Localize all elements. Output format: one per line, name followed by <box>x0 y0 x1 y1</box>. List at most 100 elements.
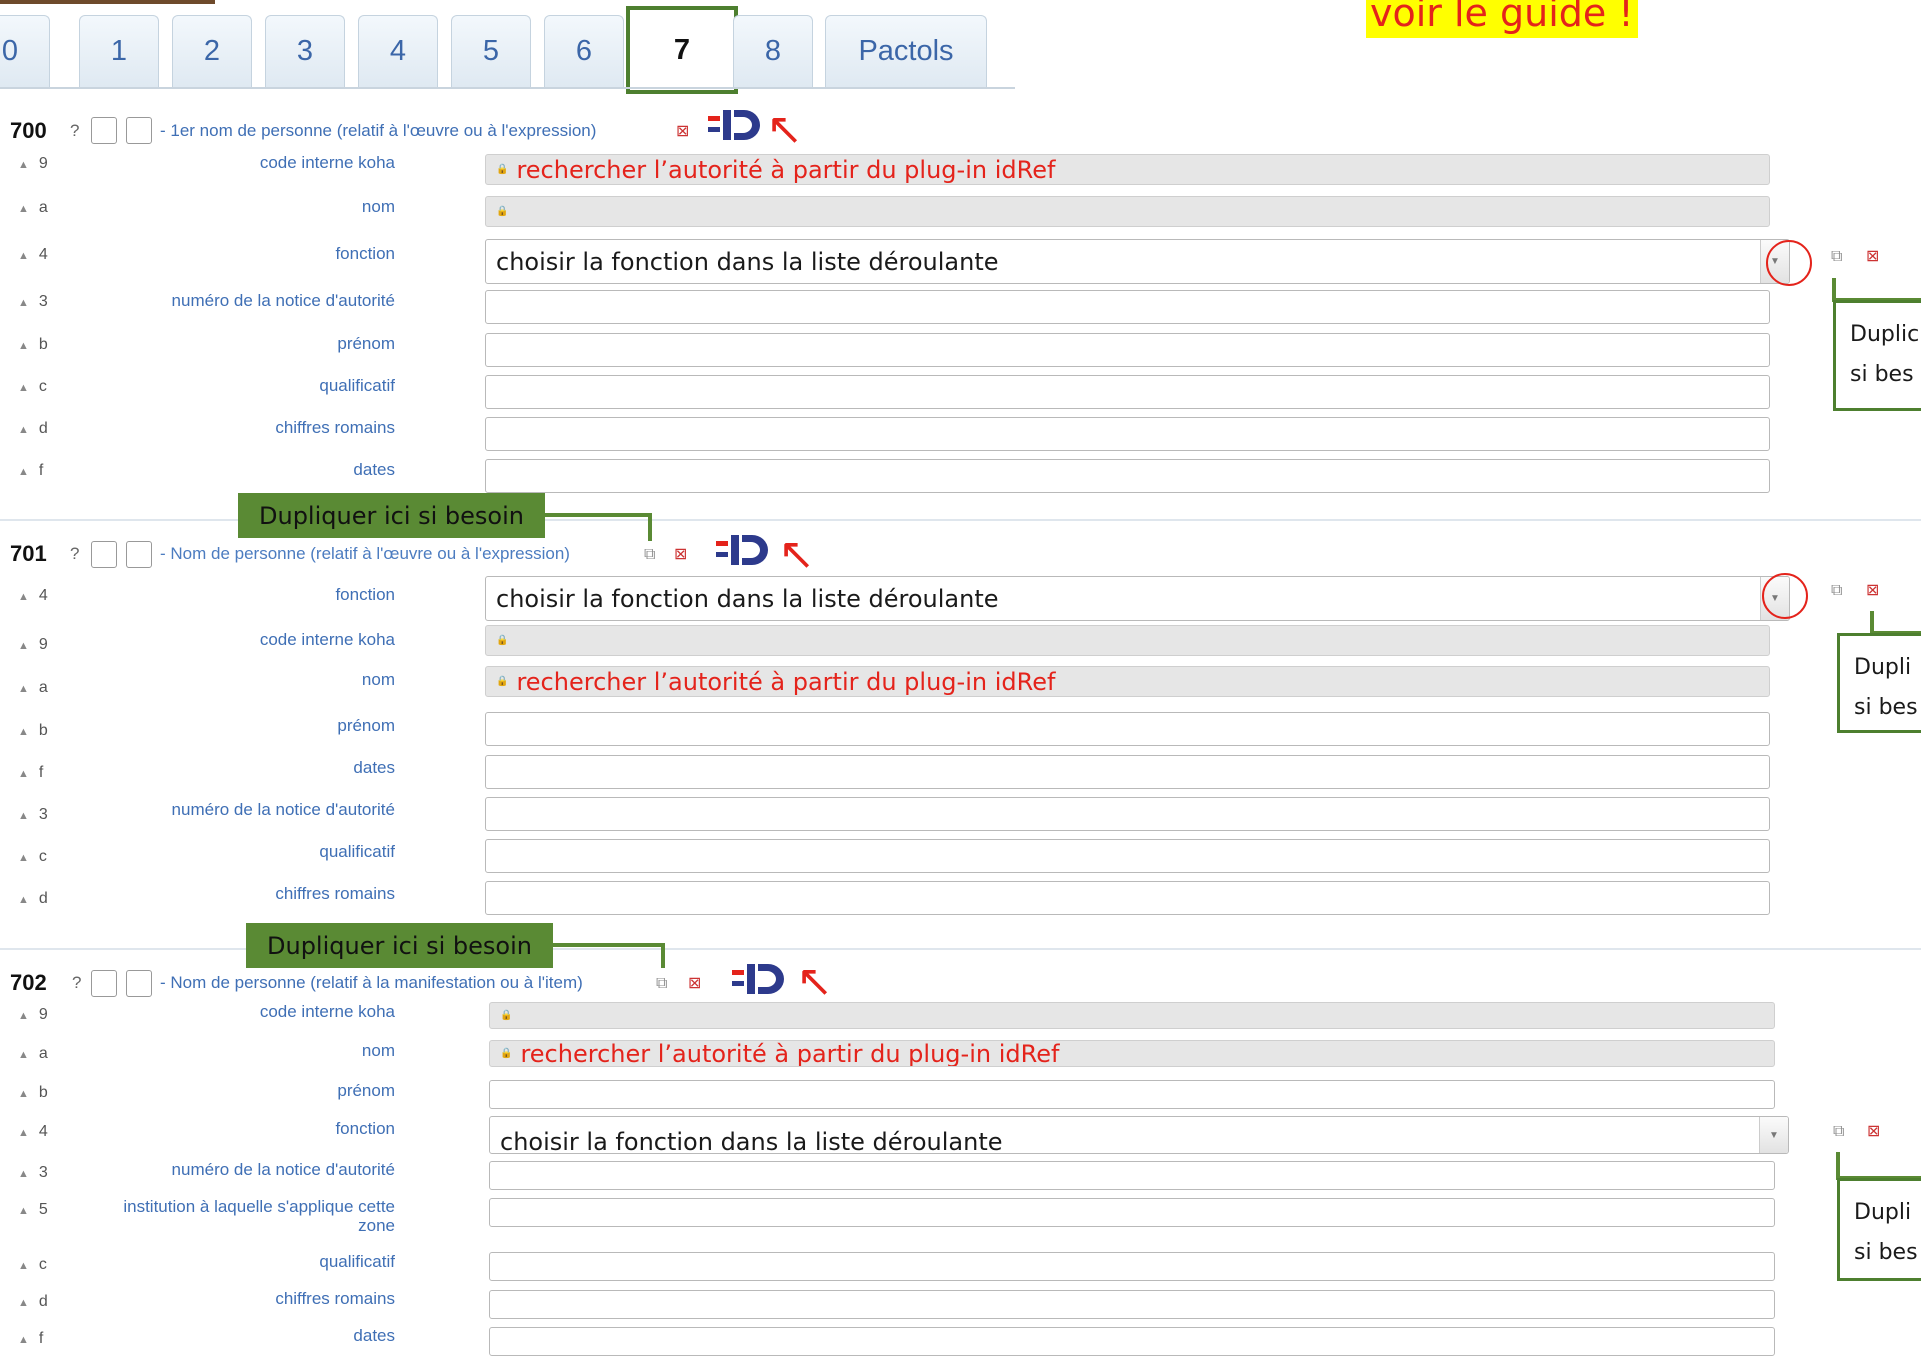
field-description: - Nom de personne (relatif à l'œuvre ou … <box>160 544 570 563</box>
subfield-label: chiffres romains <box>275 1289 395 1308</box>
name-field: 🔒 rechercher l’autorité à partir du plug-… <box>489 1040 1775 1067</box>
authority-number-input[interactable] <box>485 290 1770 324</box>
subfield-code: ▲ d <box>18 890 48 907</box>
idref-hint: rechercher l’autorité à partir du plug-i… <box>520 1040 1060 1067</box>
function-select[interactable]: choisir la fonction dans la liste déroul… <box>489 1116 1789 1154</box>
help-link[interactable]: ? <box>70 544 79 564</box>
tab-6[interactable]: 6 <box>544 15 624 87</box>
function-select[interactable]: choisir la fonction dans la liste déroul… <box>485 239 1790 284</box>
idref-hint: rechercher l’autorité à partir du plug-i… <box>516 155 1056 184</box>
tab-2[interactable]: 2 <box>172 15 252 87</box>
subfield-label: dates <box>353 1326 395 1345</box>
subfield-label: qualificatif <box>319 842 395 861</box>
tab-label: 0 <box>1 35 19 67</box>
indicator-1[interactable] <box>91 117 117 144</box>
subfield-code: ▲ a <box>18 1045 48 1062</box>
callout-connector <box>545 513 652 517</box>
dates-input[interactable] <box>485 459 1770 493</box>
authority-number-input[interactable] <box>489 1161 1775 1190</box>
indicator-2[interactable] <box>126 117 152 144</box>
indicator-1[interactable] <box>91 970 117 997</box>
select-hint: choisir la fonction dans la liste déroul… <box>496 584 999 613</box>
tab-label: 3 <box>296 35 314 67</box>
firstname-input[interactable] <box>489 1080 1775 1109</box>
duplicate-callout: Dupliquer ici si besoin <box>238 493 545 538</box>
subfield-label: qualificatif <box>319 1252 395 1271</box>
tab-0[interactable]: 0 <box>0 15 50 87</box>
authority-number-input[interactable] <box>485 797 1770 831</box>
idref-logo[interactable] <box>732 962 786 996</box>
delete-icon[interactable]: ⊠ <box>674 547 687 563</box>
roman-numerals-input[interactable] <box>485 881 1770 915</box>
dropdown-arrow-icon[interactable]: ▼ <box>1759 1117 1788 1153</box>
name-field: 🔒 rechercher l’autorité à partir du plug-… <box>485 666 1770 697</box>
subfield-label: chiffres romains <box>275 418 395 437</box>
annotation-arrow: ↖ <box>778 529 815 580</box>
annotation-arrow: ↖ <box>796 956 833 1007</box>
subfield-label: prénom <box>337 1081 395 1100</box>
subfield-label: code interne koha <box>259 153 395 172</box>
duplicate-icon[interactable]: ⧉ <box>656 976 667 992</box>
duplicate-icon[interactable]: ⧉ <box>1833 1124 1844 1140</box>
qualifier-input[interactable] <box>489 1252 1775 1281</box>
roman-numerals-input[interactable] <box>489 1290 1775 1319</box>
dates-input[interactable] <box>485 755 1770 789</box>
subfield-label: fonction <box>335 585 395 604</box>
delete-icon[interactable]: ⊠ <box>676 124 689 140</box>
delete-icon[interactable]: ⊠ <box>1866 249 1879 265</box>
subfield-label: nom <box>361 197 395 216</box>
duplicate-icon[interactable]: ⧉ <box>644 547 655 563</box>
top-edge-bar <box>0 0 215 4</box>
subfield-code: ▲ 3 <box>18 293 48 310</box>
subfield-code: ▲ 5 <box>18 1201 48 1218</box>
delete-icon[interactable]: ⊠ <box>1866 583 1879 599</box>
callout-connector <box>661 943 665 968</box>
delete-icon[interactable]: ⊠ <box>688 976 701 992</box>
name-field: 🔒 <box>485 196 1770 227</box>
subfield-label: nom <box>361 1041 395 1060</box>
annotation-circle <box>1762 573 1808 619</box>
dates-input[interactable] <box>489 1327 1775 1356</box>
firstname-input[interactable] <box>485 333 1770 367</box>
subfield-label: dates <box>353 460 395 479</box>
tab-label: 8 <box>764 35 782 67</box>
subfield-label: numéro de la notice d'autorité <box>171 1160 395 1179</box>
qualifier-input[interactable] <box>485 375 1770 409</box>
side-note: Dupli si bes <box>1837 1178 1921 1281</box>
duplicate-callout: Dupliquer ici si besoin <box>246 923 553 968</box>
koha-code-field: 🔒 rechercher l’autorité à partir du plug-… <box>485 154 1770 185</box>
tab-pactols[interactable]: Pactols <box>825 15 987 87</box>
help-link[interactable]: ? <box>70 121 79 141</box>
duplicate-icon[interactable]: ⧉ <box>1831 249 1842 265</box>
indicator-1[interactable] <box>91 541 117 568</box>
tab-4[interactable]: 4 <box>358 15 438 87</box>
indicator-2[interactable] <box>126 541 152 568</box>
duplicate-icon[interactable]: ⧉ <box>1831 583 1842 599</box>
tab-5[interactable]: 5 <box>451 15 531 87</box>
subfield-label: fonction <box>335 244 395 263</box>
roman-numerals-input[interactable] <box>485 417 1770 451</box>
tab-7[interactable]: 7 <box>626 6 738 94</box>
delete-icon[interactable]: ⊠ <box>1867 1124 1880 1140</box>
idref-logo[interactable] <box>708 108 762 142</box>
subfield-code: ▲ b <box>18 722 48 739</box>
help-link[interactable]: ? <box>72 973 81 993</box>
side-note: Dupli si bes <box>1837 633 1921 733</box>
qualifier-input[interactable] <box>485 839 1770 873</box>
firstname-input[interactable] <box>485 712 1770 746</box>
subfield-label: numéro de la notice d'autorité <box>171 291 395 310</box>
indicator-2[interactable] <box>126 970 152 997</box>
subfield-code: ▲ a <box>18 679 48 696</box>
koha-code-field: 🔒 <box>485 625 1770 656</box>
tab-8[interactable]: 8 <box>733 15 813 87</box>
subfield-code: ▲ 4 <box>18 246 48 263</box>
tab-3[interactable]: 3 <box>265 15 345 87</box>
idref-hint: rechercher l’autorité à partir du plug-i… <box>516 667 1056 696</box>
function-select[interactable]: choisir la fonction dans la liste déroul… <box>485 576 1790 621</box>
tab-label: 7 <box>673 33 691 66</box>
institution-input[interactable] <box>489 1198 1775 1227</box>
subfield-code: ▲ 9 <box>18 1006 48 1023</box>
idref-logo[interactable] <box>716 533 770 567</box>
callout-connector <box>553 943 665 947</box>
tab-1[interactable]: 1 <box>79 15 159 87</box>
